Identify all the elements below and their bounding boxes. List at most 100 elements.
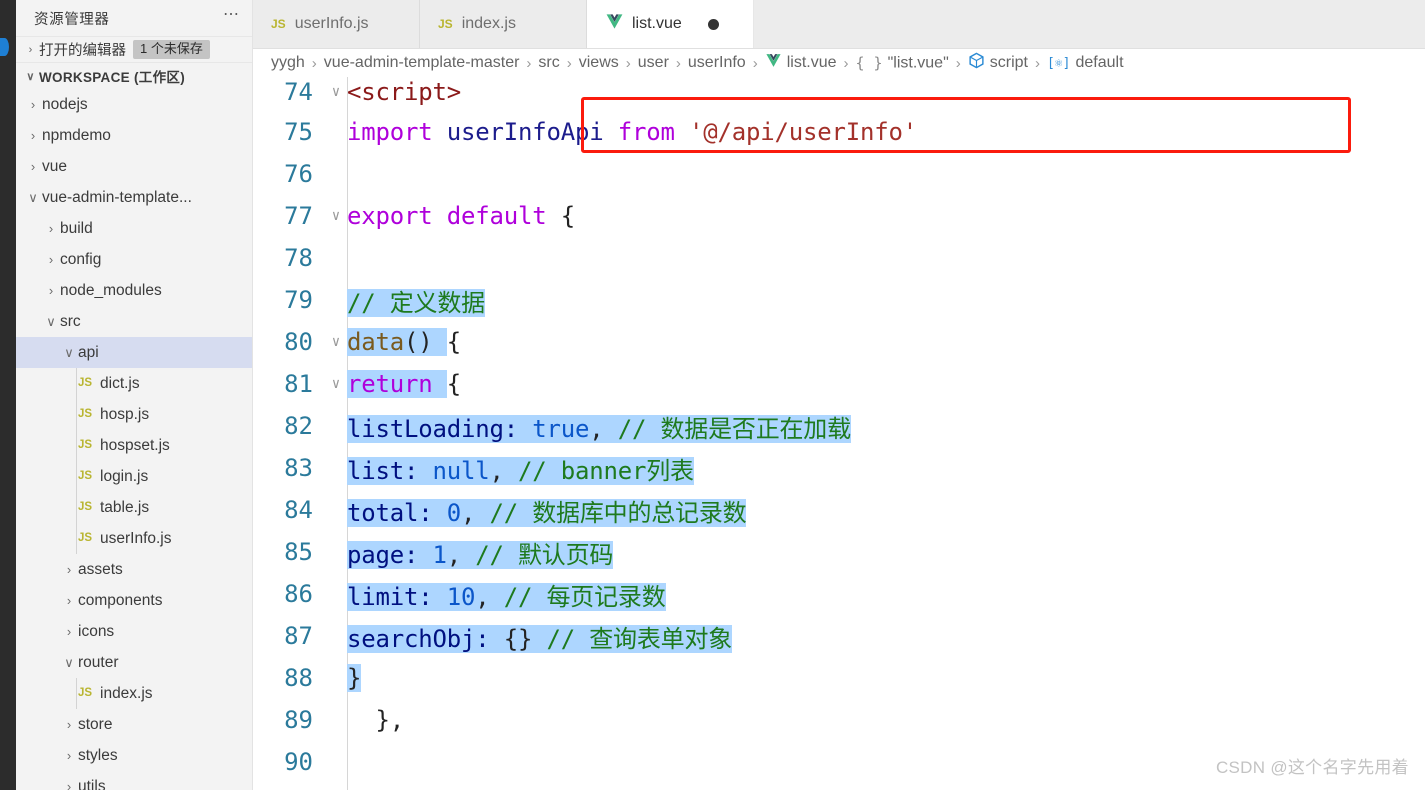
tree-item-api[interactable]: ∨ api	[16, 337, 252, 368]
breadcrumb-item-default[interactable]: [⚛] default	[1047, 54, 1124, 72]
breadcrumb-item-src[interactable]: src	[538, 54, 559, 72]
tree-item-vue-admin-template-[interactable]: ∨ vue-admin-template...	[16, 182, 252, 213]
code-text: }	[347, 664, 362, 692]
tree-item-dict-js[interactable]: JS dict.js	[16, 368, 252, 399]
code-line-76[interactable]: 76	[253, 153, 1425, 195]
tree-item-build[interactable]: › build	[16, 213, 252, 244]
code-line-77[interactable]: 77 ∨ export default {	[253, 195, 1425, 237]
breadcrumb-item-views[interactable]: views	[579, 54, 619, 72]
code-line-78[interactable]: 78	[253, 237, 1425, 279]
fold-chevron-icon[interactable]: ∨	[325, 334, 347, 350]
breadcrumb-label: list.vue	[786, 54, 837, 72]
tree-item-router[interactable]: ∨ router	[16, 647, 252, 678]
tree-item-userinfo-js[interactable]: JS userInfo.js	[16, 523, 252, 554]
editor-tab-list-vue[interactable]: list.vue	[587, 0, 754, 48]
tree-item-utils[interactable]: › utils	[16, 771, 252, 790]
explorer-title: 资源管理器	[34, 11, 110, 28]
line-number: 83	[284, 454, 313, 482]
fold-chevron-icon[interactable]: ∨	[325, 84, 347, 100]
code-editor[interactable]: 74 ∨ <script> 75 import userInfoApi from '@/…	[253, 77, 1425, 790]
code-line-81[interactable]: 81 ∨ return {	[253, 363, 1425, 405]
tree-item-icons[interactable]: › icons	[16, 616, 252, 647]
unsaved-count-badge: 1 个未保存	[133, 40, 210, 59]
section-workspace[interactable]: ∨ WORKSPACE (工作区)	[16, 62, 252, 89]
breadcrumb-item-list-vue[interactable]: list.vue	[765, 52, 837, 74]
tree-item-assets[interactable]: › assets	[16, 554, 252, 585]
more-actions-icon[interactable]: ⋯	[223, 7, 240, 26]
line-number: 88	[284, 664, 313, 692]
indent-guide	[76, 492, 77, 523]
module-icon	[968, 52, 985, 74]
fold-chevron-icon[interactable]: ∨	[325, 376, 347, 392]
code-text: searchObj: {} // 查询表单对象	[347, 624, 733, 653]
tree-item-src[interactable]: ∨ src	[16, 306, 252, 337]
indent-guide	[76, 678, 77, 709]
explorer-header: 资源管理器 ⋯	[16, 0, 252, 36]
code-line-84[interactable]: 84 total: 0, // 数据库中的总记录数	[253, 489, 1425, 531]
line-number: 89	[284, 706, 313, 734]
breadcrumb-item-userinfo[interactable]: userInfo	[688, 54, 746, 72]
tree-item-label: login.js	[100, 468, 149, 485]
tree-item-label: api	[78, 344, 99, 361]
code-line-80[interactable]: 80 ∨ data() {	[253, 321, 1425, 363]
section-open-editors[interactable]: › 打开的编辑器 1 个未保存	[16, 36, 252, 62]
explorer-icon[interactable]	[0, 38, 9, 56]
code-line-86[interactable]: 86 limit: 10, // 每页记录数	[253, 573, 1425, 615]
line-number: 87	[284, 622, 313, 650]
breadcrumb-item-user[interactable]: user	[638, 54, 669, 72]
tree-item-config[interactable]: › config	[16, 244, 252, 275]
tree-item-vue[interactable]: › vue	[16, 151, 252, 182]
code-text: page: 1, // 默认页码	[347, 540, 614, 569]
tree-item-node-modules[interactable]: › node_modules	[16, 275, 252, 306]
tree-item-components[interactable]: › components	[16, 585, 252, 616]
tree-item-login-js[interactable]: JS login.js	[16, 461, 252, 492]
tree-item-hospset-js[interactable]: JS hospset.js	[16, 430, 252, 461]
breadcrumb-label: views	[578, 54, 619, 71]
code-line-83[interactable]: 83 list: null, // banner列表	[253, 447, 1425, 489]
tree-item-styles[interactable]: › styles	[16, 740, 252, 771]
code-text: import userInfoApi from '@/api/userInfo'	[347, 118, 917, 146]
js-file-icon: JS	[78, 377, 93, 389]
line-number: 90	[284, 748, 313, 776]
tree-item-label: node_modules	[60, 282, 162, 299]
code-text: list: null, // banner列表	[347, 456, 694, 485]
editor-tab-bar: JS userInfo.js JS index.js list.vue	[253, 0, 1425, 49]
breadcrumb-item-yygh[interactable]: yygh	[271, 54, 305, 72]
editor-tab-index-js[interactable]: JS index.js	[420, 0, 587, 48]
code-line-89[interactable]: 89 },	[253, 699, 1425, 741]
tree-item-label: vue-admin-template...	[42, 189, 192, 206]
code-line-88[interactable]: 88}	[253, 657, 1425, 699]
code-line-79[interactable]: 79 // 定义数据	[253, 279, 1425, 321]
breadcrumb-item-vue-admin-template-master[interactable]: vue-admin-template-master	[324, 54, 520, 72]
code-line-85[interactable]: 85 page: 1, // 默认页码	[253, 531, 1425, 573]
tree-item-index-js[interactable]: JS index.js	[16, 678, 252, 709]
activity-bar	[0, 0, 16, 790]
line-number: 82	[284, 412, 313, 440]
tree-item-npmdemo[interactable]: › npmdemo	[16, 120, 252, 151]
code-line-75[interactable]: 75 import userInfoApi from '@/api/userInf…	[253, 111, 1425, 153]
code-line-74[interactable]: 74 ∨ <script>	[253, 77, 1425, 111]
indent-guide	[76, 368, 77, 399]
vue-icon	[765, 52, 782, 74]
tree-item-label: nodejs	[42, 96, 88, 113]
editor-tab-userinfo-js[interactable]: JS userInfo.js	[253, 0, 420, 48]
unsaved-indicator-icon[interactable]	[707, 18, 719, 30]
code-text: },	[347, 706, 404, 734]
breadcrumb-item-script[interactable]: script	[968, 52, 1028, 74]
tree-item-hosp-js[interactable]: JS hosp.js	[16, 399, 252, 430]
tree-item-store[interactable]: › store	[16, 709, 252, 740]
breadcrumb-label: yygh	[271, 54, 305, 71]
fold-chevron-icon[interactable]: ∨	[325, 208, 347, 224]
code-line-87[interactable]: 87 searchObj: {} // 查询表单对象	[253, 615, 1425, 657]
code-line-82[interactable]: 82 listLoading: true, // 数据是否正在加载	[253, 405, 1425, 447]
tree-item-nodejs[interactable]: › nodejs	[16, 89, 252, 120]
js-file-icon: JS	[78, 408, 93, 420]
breadcrumb-separator-icon: ›	[625, 54, 631, 72]
js-file-icon: JS	[78, 532, 93, 544]
tree-item-label: router	[78, 654, 119, 671]
indent-guide	[76, 430, 77, 461]
line-number: 86	[284, 580, 313, 608]
breadcrumb-label: user	[637, 54, 669, 71]
breadcrumb-item--list-vue-[interactable]: { } "list.vue"	[856, 54, 949, 73]
tree-item-table-js[interactable]: JS table.js	[16, 492, 252, 523]
